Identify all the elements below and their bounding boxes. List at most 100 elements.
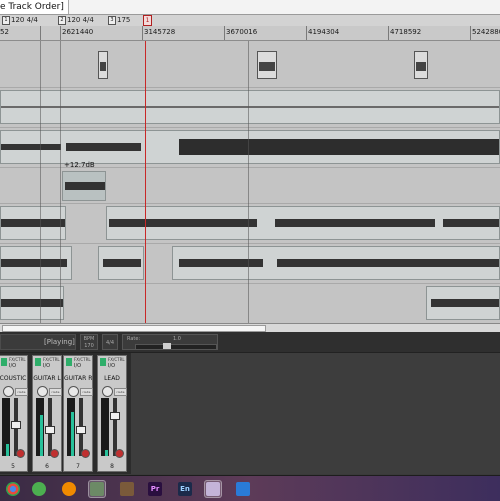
io-button[interactable]: I/O [74, 363, 81, 369]
media-item[interactable] [0, 130, 500, 164]
volume-fader-track[interactable] [113, 398, 117, 456]
media-item[interactable] [106, 206, 500, 240]
mixer-strip[interactable]: FX/CTRL I/O GUITAR R route 7 [63, 355, 93, 472]
playrate-slider-knob[interactable] [163, 343, 171, 349]
game-icon [120, 482, 134, 496]
marker-bar[interactable]: 1 120 4/4 2 120 4/4 3 175 [0, 15, 500, 26]
fx-button[interactable] [1, 358, 7, 366]
utorrent-icon [32, 482, 46, 496]
media-item[interactable] [0, 90, 500, 124]
track-number: 7 [76, 463, 80, 470]
route-button[interactable]: route [114, 388, 127, 396]
chrome-icon [6, 482, 20, 496]
selected-media-item[interactable] [62, 171, 106, 201]
level-meter [101, 398, 109, 456]
waveform [1, 259, 67, 267]
volume-fader[interactable] [76, 425, 86, 434]
taskbar-button[interactable]: Pr [146, 480, 164, 498]
record-arm-button[interactable] [81, 449, 90, 458]
media-item[interactable] [0, 286, 64, 320]
track-lane-5[interactable] [0, 203, 500, 244]
taskbar-button[interactable] [4, 480, 22, 498]
fx-label: FX/CTRL [108, 357, 125, 362]
media-item[interactable] [172, 246, 500, 280]
media-item[interactable] [98, 246, 144, 280]
waveform [65, 182, 105, 190]
edit-cursor [248, 41, 249, 323]
record-arm-button[interactable] [50, 449, 59, 458]
mixer-strip[interactable]: FX/CTRL I/O GUITAR L route 6 [32, 355, 62, 472]
marker-3[interactable]: 3 175 [108, 16, 130, 25]
route-button[interactable]: route [80, 388, 93, 396]
pan-knob[interactable] [102, 386, 113, 397]
window-title-bar: e Track Order] [0, 0, 500, 15]
track-lane-1[interactable] [0, 41, 500, 88]
playhead-flag[interactable]: 1 [143, 15, 152, 26]
media-item[interactable] [0, 246, 72, 280]
meter-fill [40, 415, 43, 456]
mixer-empty-area [131, 353, 500, 474]
ruler-label: 3145728 [144, 28, 176, 36]
pan-knob[interactable] [37, 386, 48, 397]
fx-button[interactable] [35, 358, 41, 366]
bpm-box[interactable]: BPM 170 [80, 334, 98, 350]
route-button[interactable]: route [49, 388, 62, 396]
mixer-panel: FX/CTRL I/O COUSTIC route 5 FX/CTRL I/O GUITAR … [0, 353, 500, 474]
volume-fader[interactable] [45, 425, 55, 434]
ruler-tick [60, 26, 61, 40]
track-lane-7[interactable] [0, 283, 500, 323]
mixer-strip[interactable]: FX/CTRL I/O COUSTIC route 5 [0, 355, 28, 472]
fx-button[interactable] [66, 358, 72, 366]
media-item[interactable] [0, 206, 66, 240]
taskbar-button[interactable] [234, 480, 252, 498]
taskbar-button[interactable] [30, 480, 48, 498]
ruler-label: 3670016 [226, 28, 258, 36]
io-button[interactable]: I/O [9, 363, 16, 369]
track-lane-2[interactable] [0, 87, 500, 128]
ruler-tick [306, 26, 307, 40]
playrate-slider[interactable] [135, 344, 217, 350]
volume-fader[interactable] [110, 412, 120, 420]
level-meter [67, 398, 75, 456]
arrange-view[interactable]: +12.7dB [0, 41, 500, 323]
scrollbar-thumb[interactable] [2, 325, 266, 332]
paint-icon [206, 482, 220, 496]
track-lane-6[interactable] [0, 243, 500, 284]
fx-button[interactable] [100, 358, 106, 366]
taskbar-button[interactable] [118, 480, 136, 498]
grid-line [60, 41, 61, 323]
timeline-ruler[interactable]: 52 2621440 3145728 3670016 4194304 47185… [0, 26, 500, 41]
media-item[interactable] [426, 286, 500, 320]
record-arm-button[interactable] [115, 449, 124, 458]
horizontal-scrollbar[interactable] [0, 323, 500, 332]
io-button[interactable]: I/O [108, 363, 115, 369]
taskbar-button[interactable] [88, 480, 106, 498]
route-button[interactable]: route [15, 388, 28, 396]
taskbar-button[interactable] [204, 480, 222, 498]
media-item[interactable] [98, 51, 108, 79]
meter-fill [71, 412, 74, 456]
record-arm-button[interactable] [16, 449, 25, 458]
waveform [1, 299, 63, 307]
volume-fader[interactable] [11, 420, 21, 429]
marker-1[interactable]: 1 120 4/4 [2, 16, 38, 25]
taskbar-button[interactable] [60, 480, 78, 498]
media-item[interactable] [257, 51, 277, 79]
pan-knob[interactable] [68, 386, 79, 397]
track-number: 8 [110, 463, 114, 470]
fx-label: FX/CTRL [74, 357, 91, 362]
mixer-strip[interactable]: FX/CTRL I/O LEAD route 8 [97, 355, 127, 472]
timesig-box[interactable]: 4/4 [102, 334, 118, 350]
pan-knob[interactable] [3, 386, 14, 397]
io-button[interactable]: I/O [43, 363, 50, 369]
track-name: GUITAR R [64, 375, 92, 382]
vlc-icon [62, 482, 76, 496]
playrate-control[interactable]: Rate: 1.0 [122, 334, 218, 350]
taskbar-button[interactable]: En [176, 480, 194, 498]
premiere-icon: Pr [148, 482, 162, 496]
track-name: COUSTIC [0, 375, 27, 382]
waveform [103, 259, 141, 267]
media-item[interactable] [414, 51, 428, 79]
marker-2[interactable]: 2 120 4/4 [58, 16, 94, 25]
track-lane-4[interactable]: +12.7dB [0, 161, 500, 204]
